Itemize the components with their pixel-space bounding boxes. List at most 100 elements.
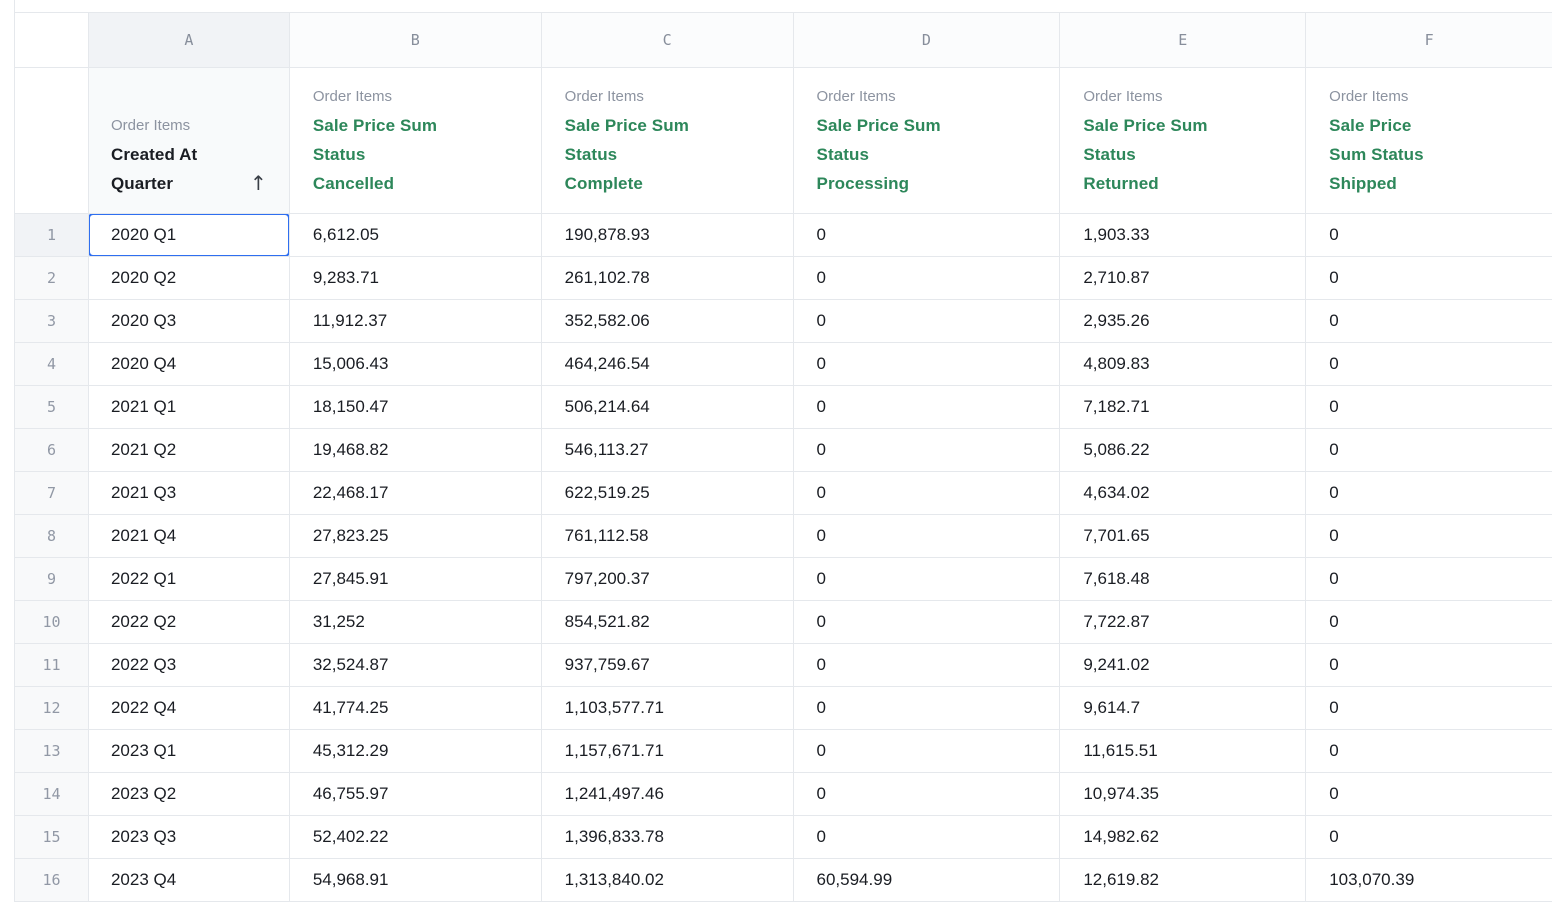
cell[interactable]: 546,113.27 (542, 429, 794, 471)
cell[interactable]: 2021 Q2 (89, 429, 290, 471)
cell[interactable]: 22,468.17 (290, 472, 542, 514)
cell[interactable]: 46,755.97 (290, 773, 542, 815)
cell[interactable]: 11,615.51 (1060, 730, 1306, 772)
cell[interactable]: 2022 Q1 (89, 558, 290, 600)
cell[interactable]: 0 (794, 386, 1061, 428)
cell[interactable]: 190,878.93 (542, 214, 794, 256)
cell[interactable]: 0 (1306, 214, 1552, 256)
cell[interactable]: 2021 Q3 (89, 472, 290, 514)
cell[interactable]: 1,103,577.71 (542, 687, 794, 729)
column-letter-f[interactable]: F (1306, 13, 1552, 67)
field-header-complete[interactable]: Order Items Sale Price Sum Status Comple… (542, 68, 794, 213)
cell[interactable]: 0 (794, 343, 1061, 385)
row-number[interactable]: 15 (15, 816, 89, 858)
cell[interactable]: 1,241,497.46 (542, 773, 794, 815)
cell[interactable]: 11,912.37 (290, 300, 542, 342)
cell[interactable]: 0 (794, 257, 1061, 299)
cell[interactable]: 0 (1306, 558, 1552, 600)
corner-cell[interactable] (15, 13, 89, 67)
cell[interactable]: 0 (1306, 257, 1552, 299)
cell[interactable]: 4,809.83 (1060, 343, 1306, 385)
cell[interactable]: 854,521.82 (542, 601, 794, 643)
column-letter-b[interactable]: B (290, 13, 542, 67)
cell[interactable]: 0 (1306, 429, 1552, 471)
cell[interactable]: 0 (1306, 515, 1552, 557)
cell[interactable]: 60,594.99 (794, 859, 1061, 901)
row-number[interactable]: 5 (15, 386, 89, 428)
cell[interactable]: 0 (794, 429, 1061, 471)
row-number[interactable]: 16 (15, 859, 89, 901)
cell[interactable]: 0 (1306, 773, 1552, 815)
row-number[interactable]: 10 (15, 601, 89, 643)
cell[interactable]: 0 (794, 300, 1061, 342)
cell[interactable]: 2023 Q3 (89, 816, 290, 858)
cell[interactable]: 1,313,840.02 (542, 859, 794, 901)
cell[interactable]: 0 (794, 214, 1061, 256)
row-number[interactable]: 13 (15, 730, 89, 772)
row-number[interactable]: 3 (15, 300, 89, 342)
cell[interactable]: 7,722.87 (1060, 601, 1306, 643)
cell[interactable]: 2022 Q4 (89, 687, 290, 729)
cell[interactable]: 0 (794, 472, 1061, 514)
cell[interactable]: 14,982.62 (1060, 816, 1306, 858)
cell[interactable]: 622,519.25 (542, 472, 794, 514)
cell[interactable]: 0 (1306, 644, 1552, 686)
field-header-created-at-quarter[interactable]: Order Items Created At Quarter ↑ (89, 68, 290, 213)
cell[interactable]: 0 (794, 644, 1061, 686)
cell[interactable]: 4,634.02 (1060, 472, 1306, 514)
cell[interactable]: 27,823.25 (290, 515, 542, 557)
row-number[interactable]: 4 (15, 343, 89, 385)
column-letter-a[interactable]: A (89, 13, 290, 67)
cell[interactable]: 1,396,833.78 (542, 816, 794, 858)
cell[interactable]: 27,845.91 (290, 558, 542, 600)
cell[interactable]: 0 (794, 601, 1061, 643)
cell[interactable]: 19,468.82 (290, 429, 542, 471)
cell[interactable]: 0 (1306, 687, 1552, 729)
cell[interactable]: 45,312.29 (290, 730, 542, 772)
cell[interactable]: 54,968.91 (290, 859, 542, 901)
cell[interactable]: 5,086.22 (1060, 429, 1306, 471)
cell[interactable]: 0 (1306, 601, 1552, 643)
cell[interactable]: 10,974.35 (1060, 773, 1306, 815)
cell[interactable]: 2021 Q4 (89, 515, 290, 557)
cell[interactable]: 2022 Q2 (89, 601, 290, 643)
cell[interactable]: 0 (1306, 472, 1552, 514)
cell[interactable]: 937,759.67 (542, 644, 794, 686)
cell[interactable]: 2023 Q1 (89, 730, 290, 772)
cell[interactable]: 41,774.25 (290, 687, 542, 729)
cell[interactable]: 7,701.65 (1060, 515, 1306, 557)
cell[interactable]: 7,182.71 (1060, 386, 1306, 428)
field-header-processing[interactable]: Order Items Sale Price Sum Status Proces… (794, 68, 1061, 213)
cell[interactable]: 12,619.82 (1060, 859, 1306, 901)
cell[interactable]: 6,612.05 (290, 214, 542, 256)
cell[interactable]: 261,102.78 (542, 257, 794, 299)
column-letter-e[interactable]: E (1060, 13, 1306, 67)
field-header-cancelled[interactable]: Order Items Sale Price Sum Status Cancel… (290, 68, 542, 213)
cell[interactable]: 9,614.7 (1060, 687, 1306, 729)
cell[interactable]: 52,402.22 (290, 816, 542, 858)
cell[interactable]: 0 (1306, 343, 1552, 385)
row-number[interactable]: 7 (15, 472, 89, 514)
cell[interactable]: 15,006.43 (290, 343, 542, 385)
cell[interactable]: 18,150.47 (290, 386, 542, 428)
cell[interactable]: 2,935.26 (1060, 300, 1306, 342)
cell[interactable]: 2020 Q2 (89, 257, 290, 299)
cell[interactable]: 0 (1306, 816, 1552, 858)
row-number[interactable]: 9 (15, 558, 89, 600)
cell[interactable]: 797,200.37 (542, 558, 794, 600)
cell[interactable]: 9,283.71 (290, 257, 542, 299)
cell[interactable]: 1,903.33 (1060, 214, 1306, 256)
cell[interactable]: 352,582.06 (542, 300, 794, 342)
row-number[interactable]: 14 (15, 773, 89, 815)
field-header-returned[interactable]: Order Items Sale Price Sum Status Return… (1060, 68, 1306, 213)
cell[interactable]: 0 (794, 730, 1061, 772)
cell[interactable]: 0 (794, 515, 1061, 557)
cell[interactable]: 2021 Q1 (89, 386, 290, 428)
row-number[interactable]: 12 (15, 687, 89, 729)
row-number[interactable]: 11 (15, 644, 89, 686)
cell[interactable]: 0 (1306, 730, 1552, 772)
cell[interactable]: 506,214.64 (542, 386, 794, 428)
cell[interactable]: 2023 Q4 (89, 859, 290, 901)
column-letter-c[interactable]: C (542, 13, 794, 67)
row-number[interactable]: 6 (15, 429, 89, 471)
